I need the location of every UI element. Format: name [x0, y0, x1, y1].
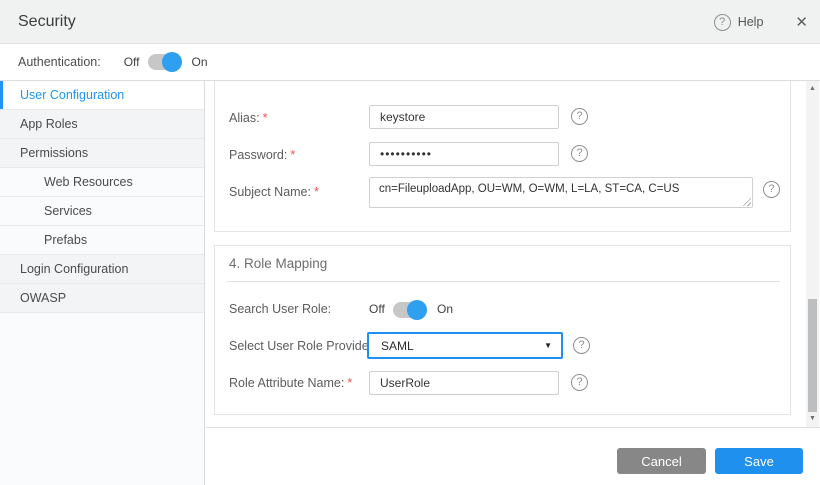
scrollbar-thumb[interactable] — [808, 299, 817, 412]
sidebar-item-prefabs[interactable]: Prefabs — [0, 226, 204, 255]
sidebar-item-label: Login Configuration — [20, 262, 128, 276]
dropdown-caret-icon: ▼ — [544, 341, 552, 350]
sidebar-item-label: Permissions — [20, 146, 88, 160]
search-user-role-toggle-knob — [407, 300, 427, 320]
password-input[interactable] — [369, 142, 559, 166]
sidebar-item-label: User Configuration — [20, 88, 124, 102]
authentication-bar: Authentication: Off On — [0, 44, 820, 81]
close-icon[interactable]: ✕ — [795, 13, 808, 31]
role-mapping-title: 4. Role Mapping — [229, 256, 327, 272]
sidebar-item-label: Services — [44, 204, 92, 218]
authentication-on-label: On — [192, 55, 208, 69]
sidebar-item-user-configuration[interactable]: User Configuration — [0, 81, 204, 110]
dialog-header: Security ? Help ✕ — [0, 0, 820, 44]
alias-label: Alias:* — [229, 110, 267, 126]
subject-name-help-icon[interactable]: ? — [763, 181, 780, 198]
password-help-icon[interactable]: ? — [571, 145, 588, 162]
alias-help-icon[interactable]: ? — [571, 108, 588, 125]
sidebar-item-label: Web Resources — [44, 175, 133, 189]
authentication-label: Authentication: — [18, 55, 101, 69]
search-role-on-label: On — [437, 302, 453, 316]
authentication-off-label: Off — [124, 55, 140, 69]
role-attribute-help-icon[interactable]: ? — [571, 374, 588, 391]
provider-help-icon[interactable]: ? — [573, 337, 590, 354]
security-dialog: Security ? Help ✕ Authentication: Off On… — [0, 0, 820, 485]
cancel-button[interactable]: Cancel — [617, 448, 706, 474]
footer-buttons: Cancel Save — [617, 448, 803, 474]
user-role-provider-select[interactable]: SAML ▼ — [367, 332, 563, 359]
help-link[interactable]: Help — [738, 15, 764, 29]
authentication-toggle[interactable] — [148, 54, 180, 70]
search-user-role-label: Search User Role: — [229, 301, 331, 317]
dialog-footer: Cancel Save — [206, 427, 820, 485]
user-role-provider-label: Select User Role Provider: — [229, 338, 376, 354]
required-marker: * — [263, 111, 268, 125]
password-label-text: Password: — [229, 148, 287, 162]
page-title: Security — [18, 0, 76, 44]
active-indicator — [0, 81, 3, 109]
content-panel: Alias:* ? Password:* ? Subject Name:* cn… — [206, 81, 806, 427]
sidebar-item-permissions[interactable]: Permissions — [0, 139, 204, 168]
help-icon[interactable]: ? — [714, 14, 731, 31]
subject-name-label-text: Subject Name: — [229, 185, 311, 199]
password-label: Password:* — [229, 147, 295, 163]
sidebar-item-services[interactable]: Services — [0, 197, 204, 226]
required-marker: * — [290, 148, 295, 162]
search-role-off-label: Off — [369, 302, 385, 316]
header-actions: ? Help ✕ — [714, 0, 808, 44]
alias-label-text: Alias: — [229, 111, 260, 125]
section-divider — [227, 281, 780, 282]
save-button[interactable]: Save — [715, 448, 803, 474]
sidebar-item-label: App Roles — [20, 117, 78, 131]
sidebar-item-login-configuration[interactable]: Login Configuration — [0, 255, 204, 284]
role-attribute-label-text: Role Attribute Name: — [229, 376, 344, 390]
authentication-toggle-knob — [162, 52, 182, 72]
alias-input[interactable] — [369, 105, 559, 129]
sidebar-item-label: OWASP — [20, 291, 66, 305]
sidebar-item-app-roles[interactable]: App Roles — [0, 110, 204, 139]
required-marker: * — [347, 376, 352, 390]
subject-name-textarea[interactable]: cn=FileuploadApp, OU=WM, O=WM, L=LA, ST=… — [369, 177, 753, 208]
settings-sidebar: User Configuration App Roles Permissions… — [0, 81, 205, 485]
required-marker: * — [314, 185, 319, 199]
scroll-down-icon[interactable]: ▼ — [806, 413, 819, 425]
selected-provider-value: SAML — [381, 339, 414, 353]
sidebar-item-label: Prefabs — [44, 233, 87, 247]
sidebar-item-owasp[interactable]: OWASP — [0, 284, 204, 313]
scroll-up-icon[interactable]: ▲ — [806, 83, 819, 95]
subject-name-label: Subject Name:* — [229, 184, 319, 200]
sidebar-item-web-resources[interactable]: Web Resources — [0, 168, 204, 197]
search-user-role-toggle[interactable] — [393, 302, 425, 318]
role-attribute-name-input[interactable] — [369, 371, 559, 395]
role-attribute-name-label: Role Attribute Name:* — [229, 375, 352, 391]
vertical-scrollbar[interactable]: ▲ ▼ — [806, 81, 819, 427]
